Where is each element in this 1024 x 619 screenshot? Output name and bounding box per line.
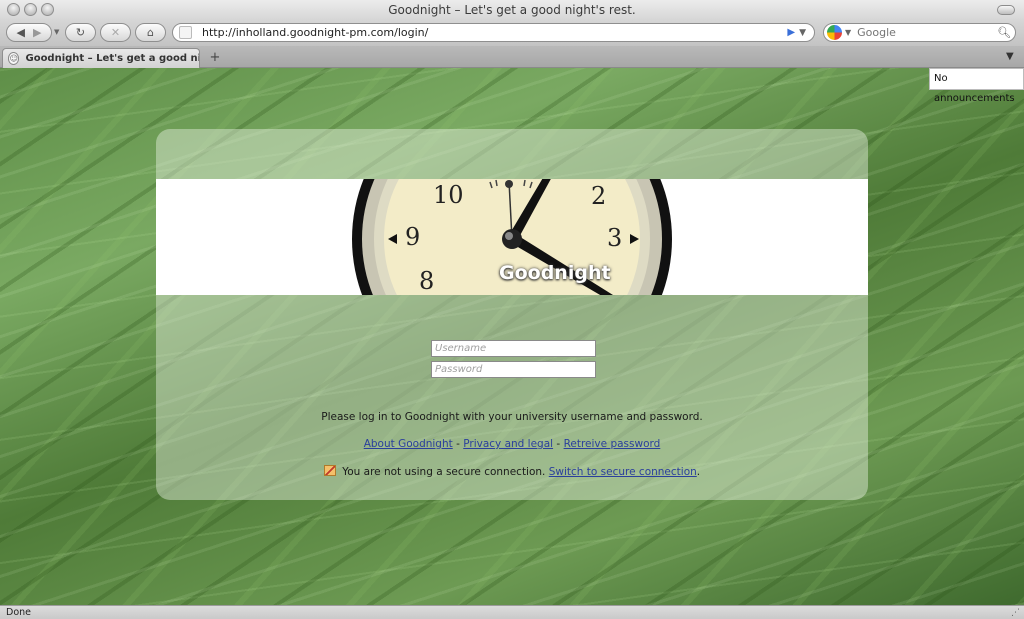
tab-goodnight[interactable]: ☺ Goodnight – Let's get a good nigh... (2, 48, 200, 68)
reload-icon: ↻ (75, 26, 86, 39)
about-link[interactable]: About Goodnight (364, 438, 453, 450)
switch-secure-link[interactable]: Switch to secure connection (549, 466, 697, 478)
clock-numeral-2: 2 (591, 182, 606, 210)
stop-button[interactable]: ✕ (100, 23, 131, 42)
stop-icon: ✕ (110, 26, 121, 39)
username-input[interactable] (431, 340, 596, 357)
zoom-window-button[interactable] (41, 3, 54, 16)
back-forward-buttons[interactable]: ◀ ▶ (6, 23, 52, 42)
url-dropdown-icon[interactable]: ▼ (799, 28, 806, 38)
status-text: Done (6, 607, 31, 618)
login-form (431, 340, 596, 382)
privacy-link[interactable]: Privacy and legal (463, 438, 553, 450)
reload-button[interactable]: ↻ (65, 23, 96, 42)
resize-grip-icon[interactable]: ⋰ (1011, 607, 1020, 619)
header-banner: 10 2 9 3 8 Goodnight (156, 179, 868, 295)
clock-numeral-8: 8 (419, 267, 434, 295)
insecure-lock-icon (323, 465, 336, 476)
password-input[interactable] (431, 361, 596, 378)
tab-bar: ☺ Goodnight – Let's get a good nigh... +… (0, 46, 1024, 68)
login-prompt: Please log in to Goodnight with your uni… (321, 411, 703, 423)
window-title: Goodnight – Let's get a good night's res… (388, 3, 636, 17)
tab-title: Goodnight – Let's get a good nigh... (25, 53, 199, 64)
minimize-window-button[interactable] (24, 3, 37, 16)
footer-links: About Goodnight - Privacy and legal - Re… (156, 438, 868, 450)
toolbar-toggle-button[interactable] (997, 5, 1015, 15)
url-text[interactable]: http://inholland.goodnight-pm.com/login/ (202, 26, 787, 39)
retrieve-password-link[interactable]: Retreive password (564, 438, 661, 450)
forward-arrow-icon[interactable]: ▶ (33, 27, 41, 38)
secure-connection-notice: You are not using a secure connection. S… (156, 465, 868, 478)
announcement-box: No announcements (929, 68, 1024, 104)
tab-list-icon[interactable]: ▼ (1006, 51, 1018, 63)
clock-numeral-3: 3 (607, 224, 622, 252)
search-icon[interactable]: 🔍︎ (997, 26, 1011, 39)
address-bar[interactable]: http://inholland.goodnight-pm.com/login/… (172, 23, 815, 42)
back-arrow-icon[interactable]: ◀ (17, 27, 25, 38)
close-window-button[interactable] (7, 3, 20, 16)
clock-numeral-9: 9 (405, 223, 420, 251)
page-content: No announcements 10 2 9 3 8 Goodnight Us… (0, 68, 1024, 605)
home-button[interactable]: ⌂ (135, 23, 166, 42)
window-titlebar: Goodnight – Let's get a good night's res… (0, 0, 1024, 20)
link-separator: - (556, 438, 561, 450)
favicon-icon: ☺ (8, 52, 20, 65)
secure-message-end: . (696, 466, 701, 478)
clock-logo: 10 2 9 3 8 Goodnight (351, 179, 673, 295)
history-dropdown-icon[interactable]: ▼ (54, 28, 59, 36)
search-input[interactable] (857, 26, 998, 39)
google-icon[interactable] (827, 25, 842, 40)
go-arrow-icon[interactable]: ▶ (787, 27, 795, 38)
page-icon (179, 26, 192, 39)
search-bar[interactable]: ▼ 🔍︎ (823, 23, 1016, 42)
status-bar: Done ⋰ (0, 605, 1024, 619)
secure-message: You are not using a secure connection. (342, 466, 546, 478)
search-engine-dropdown-icon[interactable]: ▼ (845, 28, 851, 37)
clock-numeral-10: 10 (433, 181, 464, 209)
logo-text: Goodnight (499, 262, 611, 284)
link-separator: - (456, 438, 460, 450)
new-tab-button[interactable]: + (205, 50, 225, 66)
browser-toolbar: ◀ ▶ ▼ ↻ ✕ ⌂ http://inholland.goodnight-p… (0, 20, 1024, 46)
home-icon: ⌂ (147, 26, 154, 39)
